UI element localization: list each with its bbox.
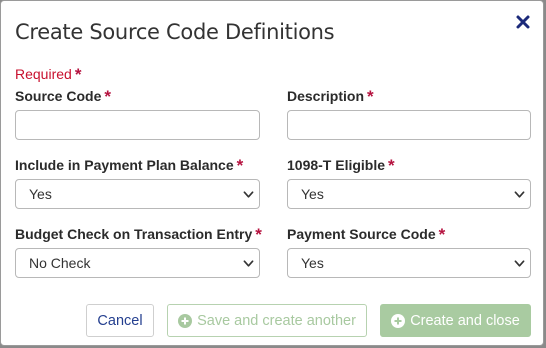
create-and-close-button[interactable]: Create and close xyxy=(380,304,531,337)
required-note: Required * xyxy=(15,64,81,84)
description-label: Description * xyxy=(287,87,374,106)
create-source-code-dialog: Create Source Code Definitions Required *… xyxy=(0,0,544,346)
plus-circle-icon xyxy=(391,313,406,328)
close-icon[interactable] xyxy=(514,13,532,31)
payment-source-code-field: Payment Source Code * Yes xyxy=(287,224,531,278)
payment-plan-balance-select[interactable]: Yes xyxy=(15,179,260,209)
budget-check-label: Budget Check on Transaction Entry * xyxy=(15,225,262,244)
required-marker: * xyxy=(74,65,82,84)
payment-source-code-value: Yes xyxy=(301,255,324,271)
dialog-title: Create Source Code Definitions xyxy=(15,20,335,44)
plus-circle-icon xyxy=(178,313,193,328)
budget-check-select[interactable]: No Check xyxy=(15,248,260,278)
eligible-1098t-field: 1098-T Eligible * Yes xyxy=(287,155,531,209)
source-code-label: Source Code * xyxy=(15,87,111,106)
create-and-close-label: Create and close xyxy=(410,312,520,329)
required-note-text: Required xyxy=(15,66,72,82)
source-code-field: Source Code * xyxy=(15,86,260,140)
save-and-create-another-button[interactable]: Save and create another xyxy=(167,304,367,337)
chevron-down-icon xyxy=(514,191,525,198)
payment-plan-balance-label: Include in Payment Plan Balance * xyxy=(15,156,244,175)
payment-source-code-select[interactable]: Yes xyxy=(287,248,531,278)
budget-check-field: Budget Check on Transaction Entry * No Ch… xyxy=(15,224,262,278)
cancel-button-label: Cancel xyxy=(97,312,143,329)
chevron-down-icon xyxy=(243,260,254,267)
cancel-button[interactable]: Cancel xyxy=(86,304,154,337)
eligible-1098t-select[interactable]: Yes xyxy=(287,179,531,209)
payment-plan-balance-value: Yes xyxy=(29,186,52,202)
save-and-create-another-label: Save and create another xyxy=(197,312,356,329)
description-field: Description * xyxy=(287,86,531,140)
eligible-1098t-label: 1098-T Eligible * xyxy=(287,156,395,175)
budget-check-value: No Check xyxy=(29,255,91,271)
chevron-down-icon xyxy=(243,191,254,198)
chevron-down-icon xyxy=(514,260,525,267)
eligible-1098t-value: Yes xyxy=(301,186,324,202)
source-code-input[interactable] xyxy=(15,110,260,140)
payment-source-code-label: Payment Source Code * xyxy=(287,225,446,244)
description-input[interactable] xyxy=(287,110,531,140)
payment-plan-balance-field: Include in Payment Plan Balance * Yes xyxy=(15,155,260,209)
